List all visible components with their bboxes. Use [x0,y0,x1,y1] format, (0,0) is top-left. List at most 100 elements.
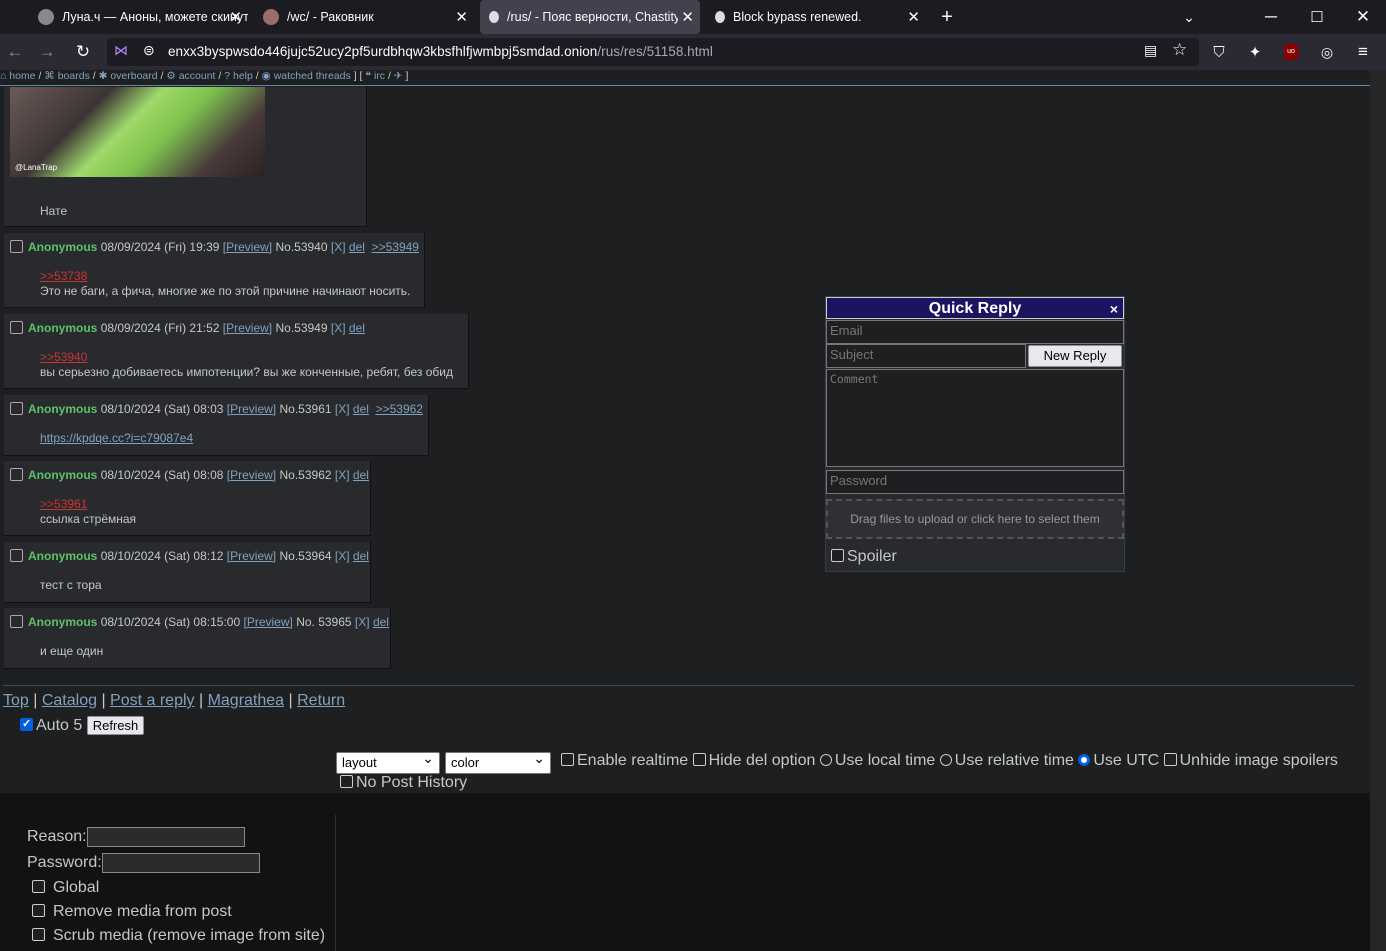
top-link[interactable]: Top [3,692,29,709]
hide-link[interactable]: [X] [335,549,350,563]
catalog-link[interactable]: Catalog [42,692,97,709]
hide-del-checkbox[interactable] [692,753,706,766]
tor-circuit-icon[interactable]: ✦ [1240,34,1270,70]
close-icon[interactable]: × [1110,298,1118,320]
refresh-button[interactable]: Refresh [86,716,145,735]
backlink[interactable]: >>53949 [372,240,419,254]
local-time-radio[interactable] [819,754,832,766]
nav-watched[interactable]: watched threads [274,70,351,82]
new-tab-icon[interactable]: + [932,0,962,34]
delete-password-input[interactable] [101,853,260,873]
del-link[interactable]: del [349,321,365,335]
post-number[interactable]: No.53964 [280,549,332,563]
post-checkbox[interactable] [10,468,23,481]
preview-link[interactable]: [Preview] [227,468,276,482]
email-field[interactable]: Email [826,320,1124,344]
return-link[interactable]: Return [297,692,345,709]
quote-link[interactable]: >>53940 [40,350,87,364]
comment-field[interactable]: Comment [826,369,1124,467]
post-checkbox[interactable] [10,615,23,628]
nav-boards[interactable]: boards [58,70,90,82]
url-bar[interactable]: ⋈ ⊜ enxx3byspwsdo446jujc52ucy2pf5urdbhqw… [107,38,1199,66]
new-reply-button[interactable]: New Reply [1028,345,1122,367]
hide-link[interactable]: [X] [335,402,350,416]
relative-time-radio[interactable] [939,754,952,766]
tab-rus[interactable]: /rus/ - Пояс верности, Chastity ✕ [480,0,700,34]
post-number[interactable]: No.53962 [280,468,332,482]
nav-home[interactable]: home [9,70,35,82]
extension-icon[interactable]: ◎ [1312,34,1342,70]
bookmark-star-icon[interactable]: ☆ [1172,40,1187,60]
tab-block-bypass[interactable]: Block bypass renewed. ✕ [706,0,926,34]
tab-wc[interactable]: /wc/ - Раковник ✕ [254,0,474,34]
post-reply-link[interactable]: Post a reply [110,692,194,709]
nav-overboard[interactable]: overboard [110,70,157,82]
post-checkbox[interactable] [10,240,23,253]
hide-link[interactable]: [X] [331,321,346,335]
backlink[interactable]: >>53962 [376,402,423,416]
forward-icon[interactable]: → [32,34,62,70]
utc-radio[interactable] [1078,754,1091,766]
post-number[interactable]: No. 53965 [296,615,351,629]
ublock-icon[interactable]: uo [1276,34,1306,70]
close-tab-icon[interactable]: ✕ [229,8,242,26]
hide-link[interactable]: [X] [331,240,346,254]
del-link[interactable]: del [349,240,365,254]
preview-link[interactable]: [Preview] [223,240,272,254]
post-image[interactable]: @LanaTrap [10,87,265,177]
external-link[interactable]: https://kpdqe.cc?i=c79087e4 [40,431,193,445]
preview-link[interactable]: [Preview] [227,549,276,563]
nav-help[interactable]: help [233,70,253,82]
global-checkbox[interactable] [32,880,45,893]
scrollbar[interactable] [1370,70,1386,951]
quick-reply-header[interactable]: Quick Reply × [826,297,1124,319]
auto-refresh-checkbox[interactable] [20,717,33,731]
shield-icon[interactable]: ⛉ [1204,34,1234,70]
reload-icon[interactable]: ↻ [68,34,98,70]
nav-account[interactable]: account [179,70,216,82]
quote-link[interactable]: >>53961 [40,497,87,511]
spoiler-checkbox[interactable] [831,549,844,562]
hide-link[interactable]: [X] [335,468,350,482]
reader-view-icon[interactable]: ▤ [1144,42,1157,59]
close-tab-icon[interactable]: ✕ [681,8,694,26]
hide-link[interactable]: [X] [355,615,370,629]
post-checkbox[interactable] [10,549,23,562]
scrub-media-checkbox[interactable] [32,928,45,941]
quote-link[interactable]: >>53738 [40,269,87,283]
file-dropzone[interactable]: Drag files to upload or click here to se… [826,499,1124,539]
subject-field[interactable]: Subject [826,344,1026,368]
unhide-spoilers-checkbox[interactable] [1163,753,1177,766]
color-select[interactable]: color [445,750,551,774]
preview-link[interactable]: [Preview] [227,402,276,416]
del-link[interactable]: del [353,549,369,563]
del-link[interactable]: del [353,468,369,482]
del-link[interactable]: del [353,402,369,416]
password-field[interactable]: Password [826,470,1124,494]
layout-select[interactable]: layout [336,750,440,774]
close-tab-icon[interactable]: ✕ [455,8,468,26]
post-checkbox[interactable] [10,402,23,415]
close-tab-icon[interactable]: ✕ [907,8,920,26]
menu-icon[interactable]: ≡ [1348,34,1378,70]
minimize-icon[interactable]: ─ [1256,0,1286,34]
post-number[interactable]: No.53940 [275,240,327,254]
reason-input[interactable] [86,827,245,847]
close-window-icon[interactable]: ✕ [1348,0,1378,34]
maximize-icon[interactable]: ☐ [1302,0,1332,34]
back-icon[interactable]: ← [0,34,30,70]
remove-media-checkbox[interactable] [32,904,45,917]
no-history-checkbox[interactable] [340,775,353,788]
preview-link[interactable]: [Preview] [243,615,292,629]
onion-site-icon[interactable]: ⋈ [114,42,128,59]
del-link[interactable]: del [373,615,389,629]
tab-list-icon[interactable]: ⌄ [1174,0,1204,34]
post-number[interactable]: No.53949 [275,321,327,335]
preview-link[interactable]: [Preview] [223,321,272,335]
post-number[interactable]: No.53961 [280,402,332,416]
nav-irc[interactable]: irc [374,70,385,82]
realtime-checkbox[interactable] [561,753,574,766]
lock-icon[interactable]: ⊜ [143,42,155,59]
tab-luna[interactable]: Луна.ч — Аноны, можете скинуть ✕ [28,0,248,34]
url-text[interactable]: enxx3byspwsdo446jujc52ucy2pf5urdbhqw3kbs… [168,44,713,59]
